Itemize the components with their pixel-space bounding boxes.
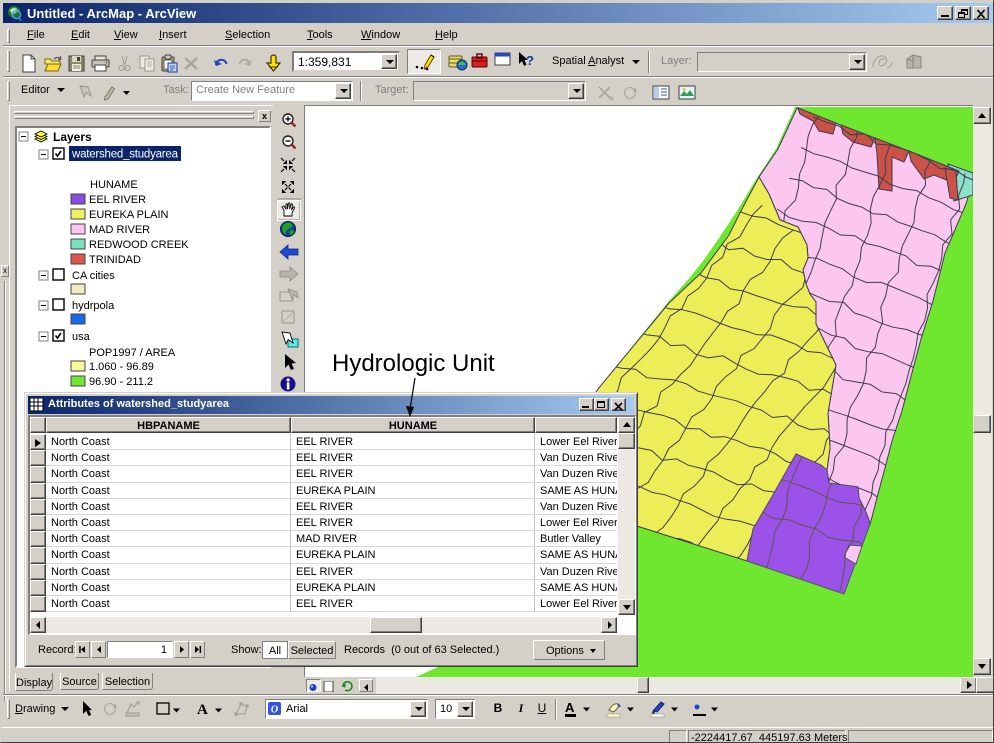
- svg-text:Layers: Layers: [53, 130, 92, 144]
- svg-text:EEL RIVER: EEL RIVER: [89, 194, 146, 206]
- svg-text:EUREKA PLAIN: EUREKA PLAIN: [89, 209, 169, 221]
- svg-text:POP1997 / AREA: POP1997 / AREA: [89, 347, 176, 359]
- svg-text:MAD RIVER: MAD RIVER: [89, 224, 150, 236]
- svg-text:REDWOOD CREEK: REDWOOD CREEK: [89, 239, 189, 251]
- svg-text:A: A: [565, 700, 575, 715]
- svg-text:watershed_studyarea: watershed_studyarea: [71, 149, 179, 161]
- svg-text:96.90 - 211.2: 96.90 - 211.2: [89, 376, 153, 388]
- svg-text:A: A: [197, 702, 208, 718]
- svg-text:CA cities: CA cities: [72, 270, 115, 282]
- svg-text:1.060 - 96.89: 1.060 - 96.89: [89, 361, 154, 373]
- svg-text:O: O: [271, 705, 278, 716]
- svg-text:TRINIDAD: TRINIDAD: [89, 254, 141, 266]
- svg-text:?: ?: [526, 53, 534, 68]
- svg-text:HUNAME: HUNAME: [90, 179, 138, 191]
- svg-text:hydrpola: hydrpola: [72, 300, 115, 312]
- svg-text:usa: usa: [72, 331, 91, 343]
